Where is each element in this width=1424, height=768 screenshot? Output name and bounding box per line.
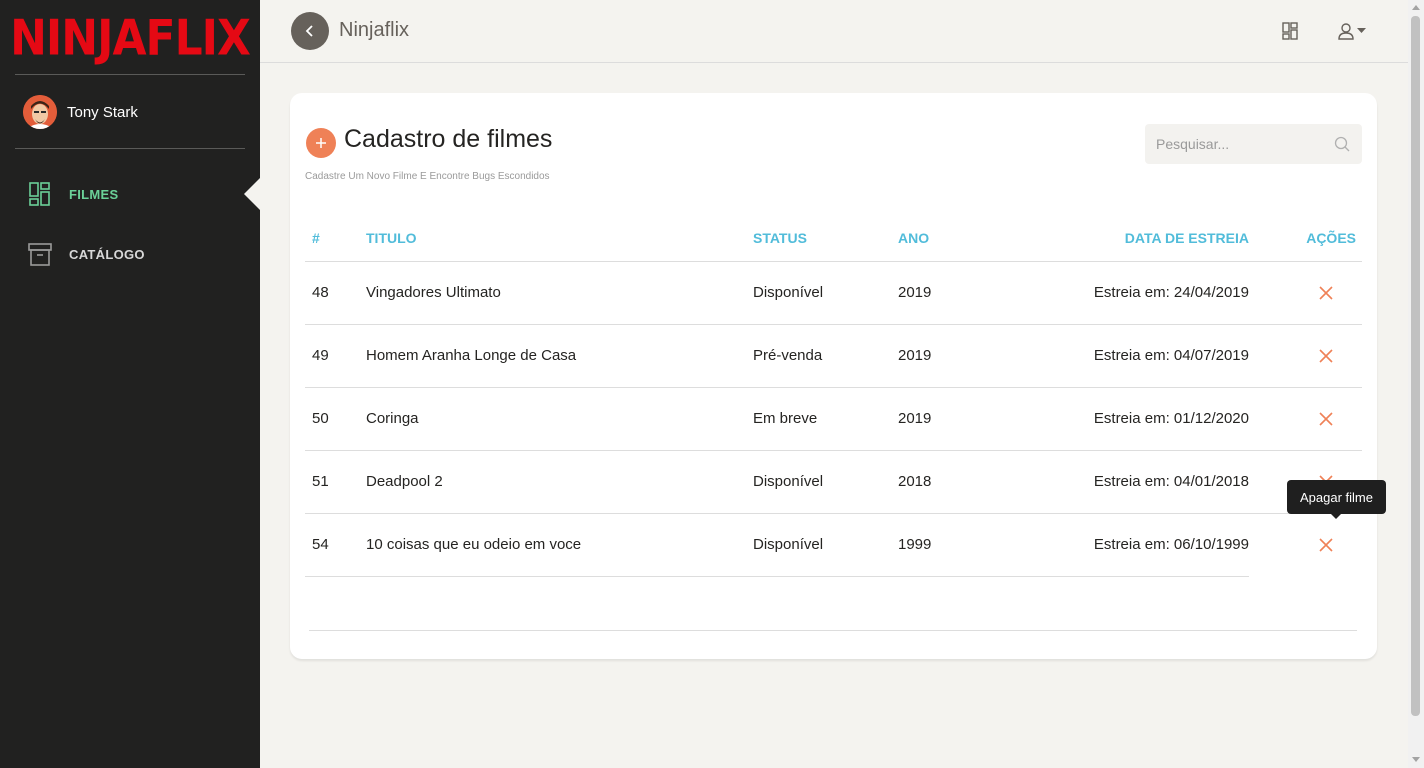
movie-year: 2019: [898, 387, 1018, 451]
movie-status: Disponível: [753, 513, 898, 577]
card-footer-divider: [309, 630, 1357, 631]
column-header-release-date[interactable]: DATA DE ESTREIA: [1018, 219, 1249, 262]
column-header-id[interactable]: #: [305, 219, 366, 262]
movie-status: Disponível: [753, 450, 898, 514]
movie-title: 10 coisas que eu odeio em voce: [366, 513, 753, 577]
plus-icon: [316, 138, 326, 148]
dashboard-icon: [29, 182, 50, 206]
sidebar-item-label: CATÁLOGO: [69, 246, 145, 262]
user-profile[interactable]: Tony Stark: [23, 95, 138, 129]
movie-title: Deadpool 2: [366, 450, 753, 514]
search-input[interactable]: [1156, 136, 1326, 152]
table-row[interactable]: 51 Deadpool 2 Disponível 2018 Estreia em…: [305, 450, 1362, 514]
movie-id: 48: [305, 261, 366, 325]
sidebar: NINJAFLIX Tony Stark FILMES CATÁLOGO: [0, 0, 260, 768]
movie-release-date: Estreia em: 04/01/2018: [1018, 450, 1249, 514]
table-row[interactable]: 49 Homem Aranha Longe de Casa Pré-venda …: [305, 324, 1362, 388]
sidebar-divider: [15, 74, 245, 75]
sidebar-item-filmes[interactable]: FILMES: [28, 181, 118, 207]
add-movie-button[interactable]: [306, 128, 336, 158]
vertical-scrollbar[interactable]: [1408, 0, 1424, 768]
avatar: [23, 95, 57, 129]
sidebar-item-label: FILMES: [69, 186, 119, 202]
user-menu-dropdown[interactable]: [1338, 22, 1366, 40]
search-icon[interactable]: [1334, 136, 1350, 152]
movie-release-date: Estreia em: 04/07/2019: [1018, 324, 1249, 388]
scrollbar-thumb[interactable]: [1411, 16, 1420, 716]
active-nav-indicator: [244, 178, 260, 210]
back-button[interactable]: [291, 12, 329, 50]
movies-card: Cadastro de filmes Cadastre Um Novo Film…: [290, 93, 1377, 659]
movie-id: 54: [305, 513, 366, 577]
logo-text: NINJAFLIX: [10, 9, 251, 67]
actions-cell: [1249, 324, 1362, 388]
movie-title: Coringa: [366, 387, 753, 451]
delete-icon[interactable]: [1318, 538, 1333, 552]
top-navbar: Ninjaflix: [260, 0, 1408, 63]
actions-cell: [1249, 261, 1362, 325]
movies-table: # TITULO STATUS ANO DATA DE ESTREIA AÇÕE…: [305, 219, 1362, 577]
user-name: Tony Stark: [67, 103, 138, 121]
scroll-down-arrow[interactable]: [1412, 757, 1420, 762]
delete-icon[interactable]: [1318, 286, 1333, 300]
dashboard-icon[interactable]: [1282, 22, 1298, 40]
column-header-year[interactable]: ANO: [898, 219, 1018, 262]
card-subtitle: Cadastre Um Novo Filme E Encontre Bugs E…: [305, 171, 550, 182]
archive-icon: [28, 243, 52, 266]
search-box: [1145, 124, 1362, 164]
column-header-actions: AÇÕES: [1249, 219, 1362, 262]
movie-release-date: Estreia em: 06/10/1999: [1018, 513, 1249, 577]
table-header-row: # TITULO STATUS ANO DATA DE ESTREIA AÇÕE…: [305, 219, 1362, 262]
movie-status: Disponível: [753, 261, 898, 325]
table-row[interactable]: 54 10 coisas que eu odeio em voce Dispon…: [305, 513, 1362, 577]
delete-tooltip: Apagar filme: [1287, 480, 1386, 519]
movie-id: 49: [305, 324, 366, 388]
card-title: Cadastro de filmes: [344, 125, 553, 153]
actions-cell: [1249, 387, 1362, 451]
sidebar-item-catalogo[interactable]: CATÁLOGO: [28, 241, 145, 267]
movie-id: 51: [305, 450, 366, 514]
movie-release-date: Estreia em: 24/04/2019: [1018, 261, 1249, 325]
column-header-status[interactable]: STATUS: [753, 219, 898, 262]
movie-year: 1999: [898, 513, 1018, 577]
movie-status: Pré-venda: [753, 324, 898, 388]
sidebar-divider: [15, 148, 245, 149]
ninjaflix-logo[interactable]: NINJAFLIX: [10, 9, 251, 66]
chevron-left-icon: [305, 25, 313, 37]
user-icon: [1338, 23, 1354, 40]
delete-icon[interactable]: [1318, 349, 1333, 363]
delete-icon[interactable]: [1318, 412, 1333, 426]
movie-id: 50: [305, 387, 366, 451]
movie-title: Vingadores Ultimato: [366, 261, 753, 325]
page-title: Ninjaflix: [339, 19, 410, 41]
movie-status: Em breve: [753, 387, 898, 451]
column-header-title[interactable]: TITULO: [366, 219, 753, 262]
table-row[interactable]: 50 Coringa Em breve 2019 Estreia em: 01/…: [305, 387, 1362, 451]
caret-down-icon: [1357, 28, 1366, 33]
movie-year: 2019: [898, 261, 1018, 325]
movie-release-date: Estreia em: 01/12/2020: [1018, 387, 1249, 451]
table-row[interactable]: 48 Vingadores Ultimato Disponível 2019 E…: [305, 261, 1362, 325]
actions-cell: [1249, 513, 1362, 576]
movie-year: 2018: [898, 450, 1018, 514]
movie-title: Homem Aranha Longe de Casa: [366, 324, 753, 388]
movie-year: 2019: [898, 324, 1018, 388]
scroll-up-arrow[interactable]: [1412, 5, 1420, 10]
